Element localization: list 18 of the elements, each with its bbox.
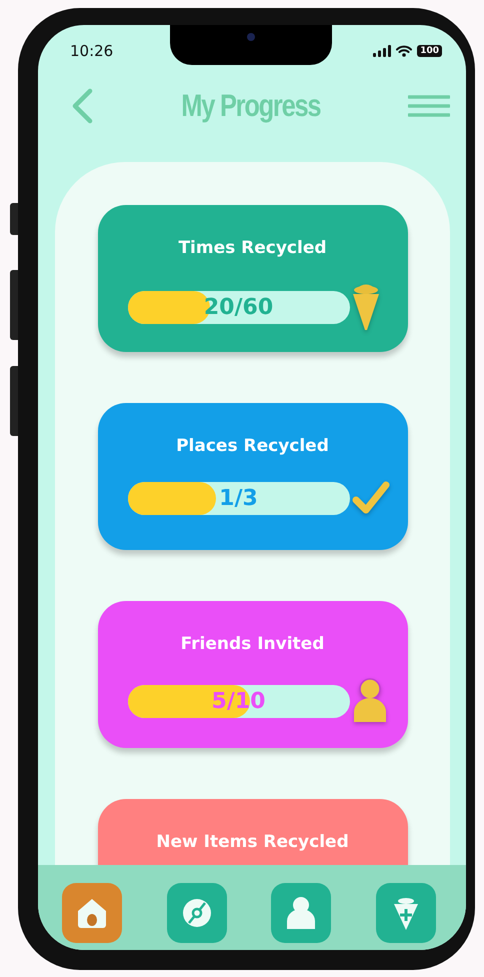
wifi-icon xyxy=(396,45,412,57)
check-icon xyxy=(350,480,390,516)
card-title: Times Recycled xyxy=(178,238,327,258)
status-time: 10:26 xyxy=(70,42,114,60)
progress-reading: 1/3 xyxy=(219,486,258,510)
page-title: My Progress xyxy=(180,88,320,124)
trash-bin-icon xyxy=(350,282,380,332)
card-title: Places Recycled xyxy=(176,436,329,456)
back-icon[interactable] xyxy=(71,88,93,124)
nav-tab[interactable] xyxy=(62,883,122,943)
card-title: Friends Invited xyxy=(180,634,324,654)
signal-icon xyxy=(373,45,392,57)
nav-tab[interactable] xyxy=(271,883,332,943)
nav-tab[interactable] xyxy=(376,883,436,943)
menu-icon[interactable] xyxy=(408,94,450,116)
nav-tab[interactable] xyxy=(166,883,227,943)
battery-level: 100 xyxy=(417,45,442,57)
card-title: New Items Recycled xyxy=(156,832,349,852)
